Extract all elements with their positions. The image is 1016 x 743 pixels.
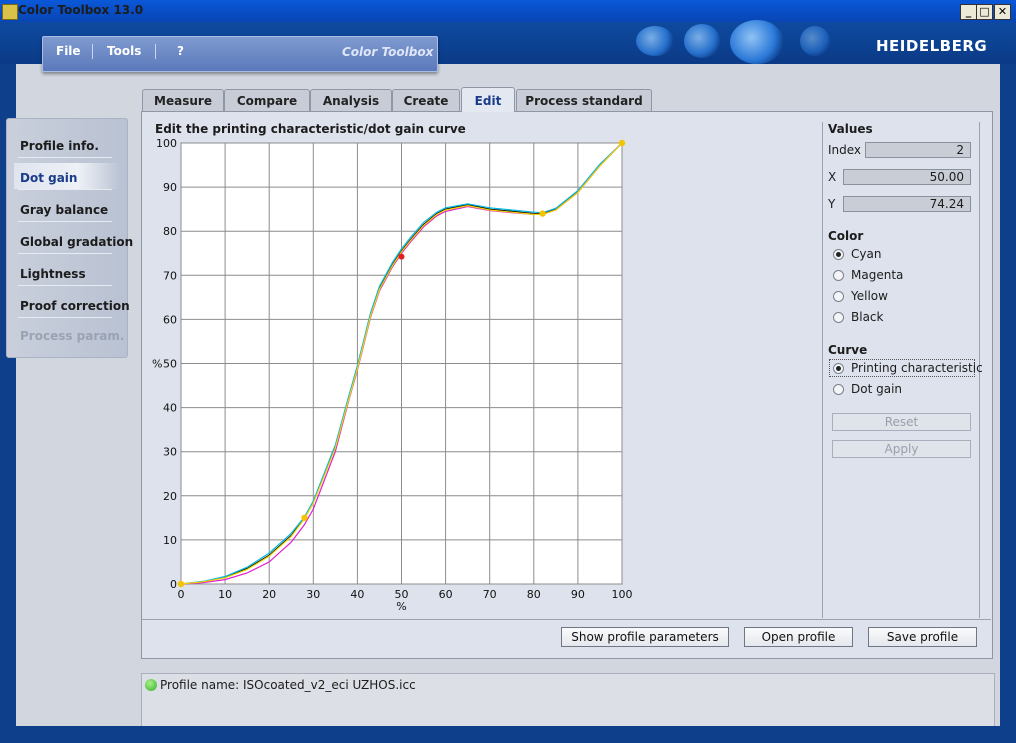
menu-help[interactable]: ? [177, 44, 184, 58]
decor-orb-icon [636, 26, 674, 56]
radio-printing-characteristic-label[interactable]: Printing characteristic [851, 361, 983, 375]
y-tick-label: 40 [163, 402, 177, 415]
y-tick-label: 50 [163, 358, 177, 371]
profile-name: Profile name: ISOcoated_v2_eci UZHOS.icc [160, 678, 416, 692]
sidebar-item-dot-gain[interactable]: Dot gain [20, 171, 77, 185]
sidebar-separator [18, 285, 112, 286]
x-tick-label: 60 [439, 588, 453, 601]
window-frame [0, 726, 1016, 743]
x-tick-label: 100 [612, 588, 633, 601]
y-label: Y [828, 197, 836, 211]
radio-black-label[interactable]: Black [851, 310, 883, 324]
sidebar-item-gray-balance[interactable]: Gray balance [20, 203, 108, 217]
y-tick-label: 100 [156, 137, 177, 150]
sidebar-separator [18, 221, 112, 222]
x-tick-label: 40 [350, 588, 364, 601]
divider [822, 122, 823, 618]
radio-black[interactable] [833, 312, 844, 323]
x-axis-label: % [396, 600, 406, 613]
sidebar-item-proof-correction[interactable]: Proof correction [20, 299, 130, 313]
window-title: Color Toolbox 13.0 [18, 3, 144, 17]
tab-compare[interactable]: Compare [224, 89, 310, 112]
sidebar-item-process-param: Process param. [20, 329, 125, 343]
radio-magenta-label[interactable]: Magenta [851, 268, 903, 282]
sidebar-item-profile-info[interactable]: Profile info. [20, 139, 99, 153]
y-tick-label: 10 [163, 534, 177, 547]
sidebar-separator [18, 317, 112, 318]
color-header: Color [828, 229, 864, 243]
tab-edit[interactable]: Edit [461, 87, 515, 112]
tab-analysis[interactable]: Analysis [310, 89, 392, 112]
x-tick-label: 20 [262, 588, 276, 601]
y-tick-label: 20 [163, 490, 177, 503]
maximize-button[interactable]: □ [976, 4, 993, 20]
apply-button[interactable]: Apply [832, 440, 971, 458]
sidebar-item-lightness[interactable]: Lightness [20, 267, 86, 281]
x-label: X [828, 170, 837, 184]
x-tick-label: 10 [218, 588, 232, 601]
divider [141, 619, 991, 620]
radio-magenta[interactable] [833, 270, 844, 281]
close-button[interactable]: ✕ [994, 4, 1011, 20]
values-header: Values [828, 122, 873, 136]
tab-create[interactable]: Create [392, 89, 460, 112]
index-label: Index [828, 143, 862, 157]
y-tick-label: 70 [163, 269, 177, 282]
x-tick-label: 90 [571, 588, 585, 601]
menu-separator [92, 44, 93, 59]
selected-control-point [398, 253, 405, 260]
y-tick-label: 60 [163, 313, 177, 326]
radio-printing-characteristic[interactable] [833, 363, 844, 374]
decor-orb-icon [730, 20, 784, 64]
x-tick-label: 30 [306, 588, 320, 601]
minimize-button[interactable]: _ [960, 4, 977, 20]
app-icon [2, 4, 18, 20]
radio-cyan[interactable] [833, 249, 844, 260]
sidebar-item-global-gradation[interactable]: Global gradation [20, 235, 133, 249]
radio-yellow[interactable] [833, 291, 844, 302]
control-point [177, 580, 185, 588]
sidebar-separator [18, 189, 112, 190]
x-tick-label: 0 [178, 588, 185, 601]
dot-gain-chart[interactable]: 0 10 20 30 40 50 60 70 80 90 100010203040506070809… [145, 134, 645, 614]
y-axis-label: % [152, 358, 162, 371]
index-field[interactable]: 2 [865, 142, 971, 158]
decor-orb-icon [684, 24, 720, 58]
menu-separator [155, 44, 156, 59]
menu-brand: Color Toolbox [342, 45, 434, 59]
y-field[interactable]: 74.24 [843, 196, 971, 212]
title-bar [0, 0, 1016, 22]
tab-process-standard[interactable]: Process standard [516, 89, 652, 112]
curve-header: Curve [828, 343, 868, 357]
open-profile-button[interactable]: Open profile [744, 627, 853, 647]
y-tick-label: 80 [163, 225, 177, 238]
control-point [618, 139, 626, 147]
x-tick-label: 70 [483, 588, 497, 601]
save-profile-button[interactable]: Save profile [868, 627, 977, 647]
reset-button[interactable]: Reset [832, 413, 971, 431]
menu-file[interactable]: File [56, 44, 81, 58]
radio-dot-gain-label[interactable]: Dot gain [851, 382, 902, 396]
y-tick-label: 0 [170, 578, 177, 591]
y-tick-label: 90 [163, 181, 177, 194]
tab-measure[interactable]: Measure [142, 89, 224, 112]
sidebar-separator [18, 253, 112, 254]
decor-orb-icon [800, 26, 830, 56]
brand-logo: HEIDELBERG [876, 37, 988, 55]
radio-yellow-label[interactable]: Yellow [851, 289, 888, 303]
control-point [539, 210, 546, 217]
x-field[interactable]: 50.00 [843, 169, 971, 185]
control-point [301, 514, 308, 522]
x-tick-label: 80 [527, 588, 541, 601]
y-tick-label: 30 [163, 446, 177, 459]
menu-tools[interactable]: Tools [107, 44, 141, 58]
status-ok-icon [145, 679, 157, 691]
radio-cyan-label[interactable]: Cyan [851, 247, 881, 261]
sidebar-separator [18, 157, 112, 158]
radio-dot-gain[interactable] [833, 384, 844, 395]
show-profile-parameters-button[interactable]: Show profile parameters [561, 627, 729, 647]
